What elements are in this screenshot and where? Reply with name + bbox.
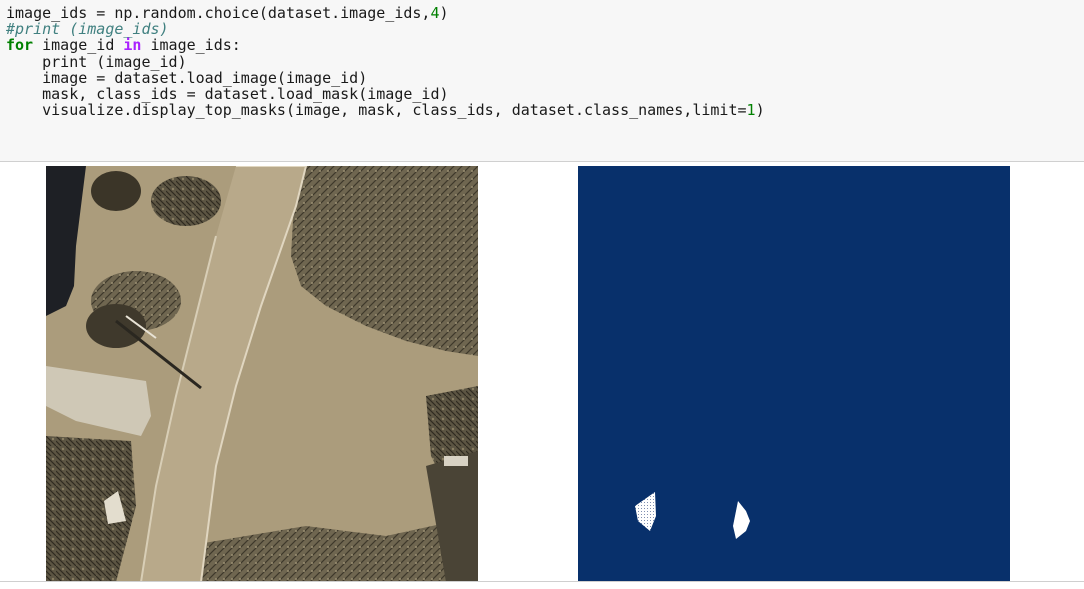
mask-region-2 xyxy=(733,501,750,539)
code-line-6: mask, class_ids = dataset.load_mask(imag… xyxy=(6,86,1084,102)
code-cell[interactable]: image_ids = np.random.choice(dataset.ima… xyxy=(0,0,1084,162)
aerial-photo xyxy=(46,166,478,582)
aerial-photo-drawing xyxy=(46,166,478,582)
code-line-7: visualize.display_top_masks(image, mask,… xyxy=(6,102,1084,118)
output-divider xyxy=(0,581,1084,582)
code-line-1: image_ids = np.random.choice(dataset.ima… xyxy=(6,5,1084,21)
code-line-5: image = dataset.load_image(image_id) xyxy=(6,70,1084,86)
code-line-4: print (image_id) xyxy=(6,53,1084,70)
mask-drawing xyxy=(635,492,750,539)
code-line-2: #print (image_ids) xyxy=(6,21,1084,37)
notebook-page: image_ids = np.random.choice(dataset.ima… xyxy=(0,0,1084,589)
code-line-7-text: visualize.display_top_masks(image, mask,… xyxy=(6,101,765,120)
code-line-3: for image_id in image_ids: xyxy=(6,37,1084,53)
mask-region-1 xyxy=(635,492,656,531)
mask-visualization xyxy=(578,166,1010,582)
